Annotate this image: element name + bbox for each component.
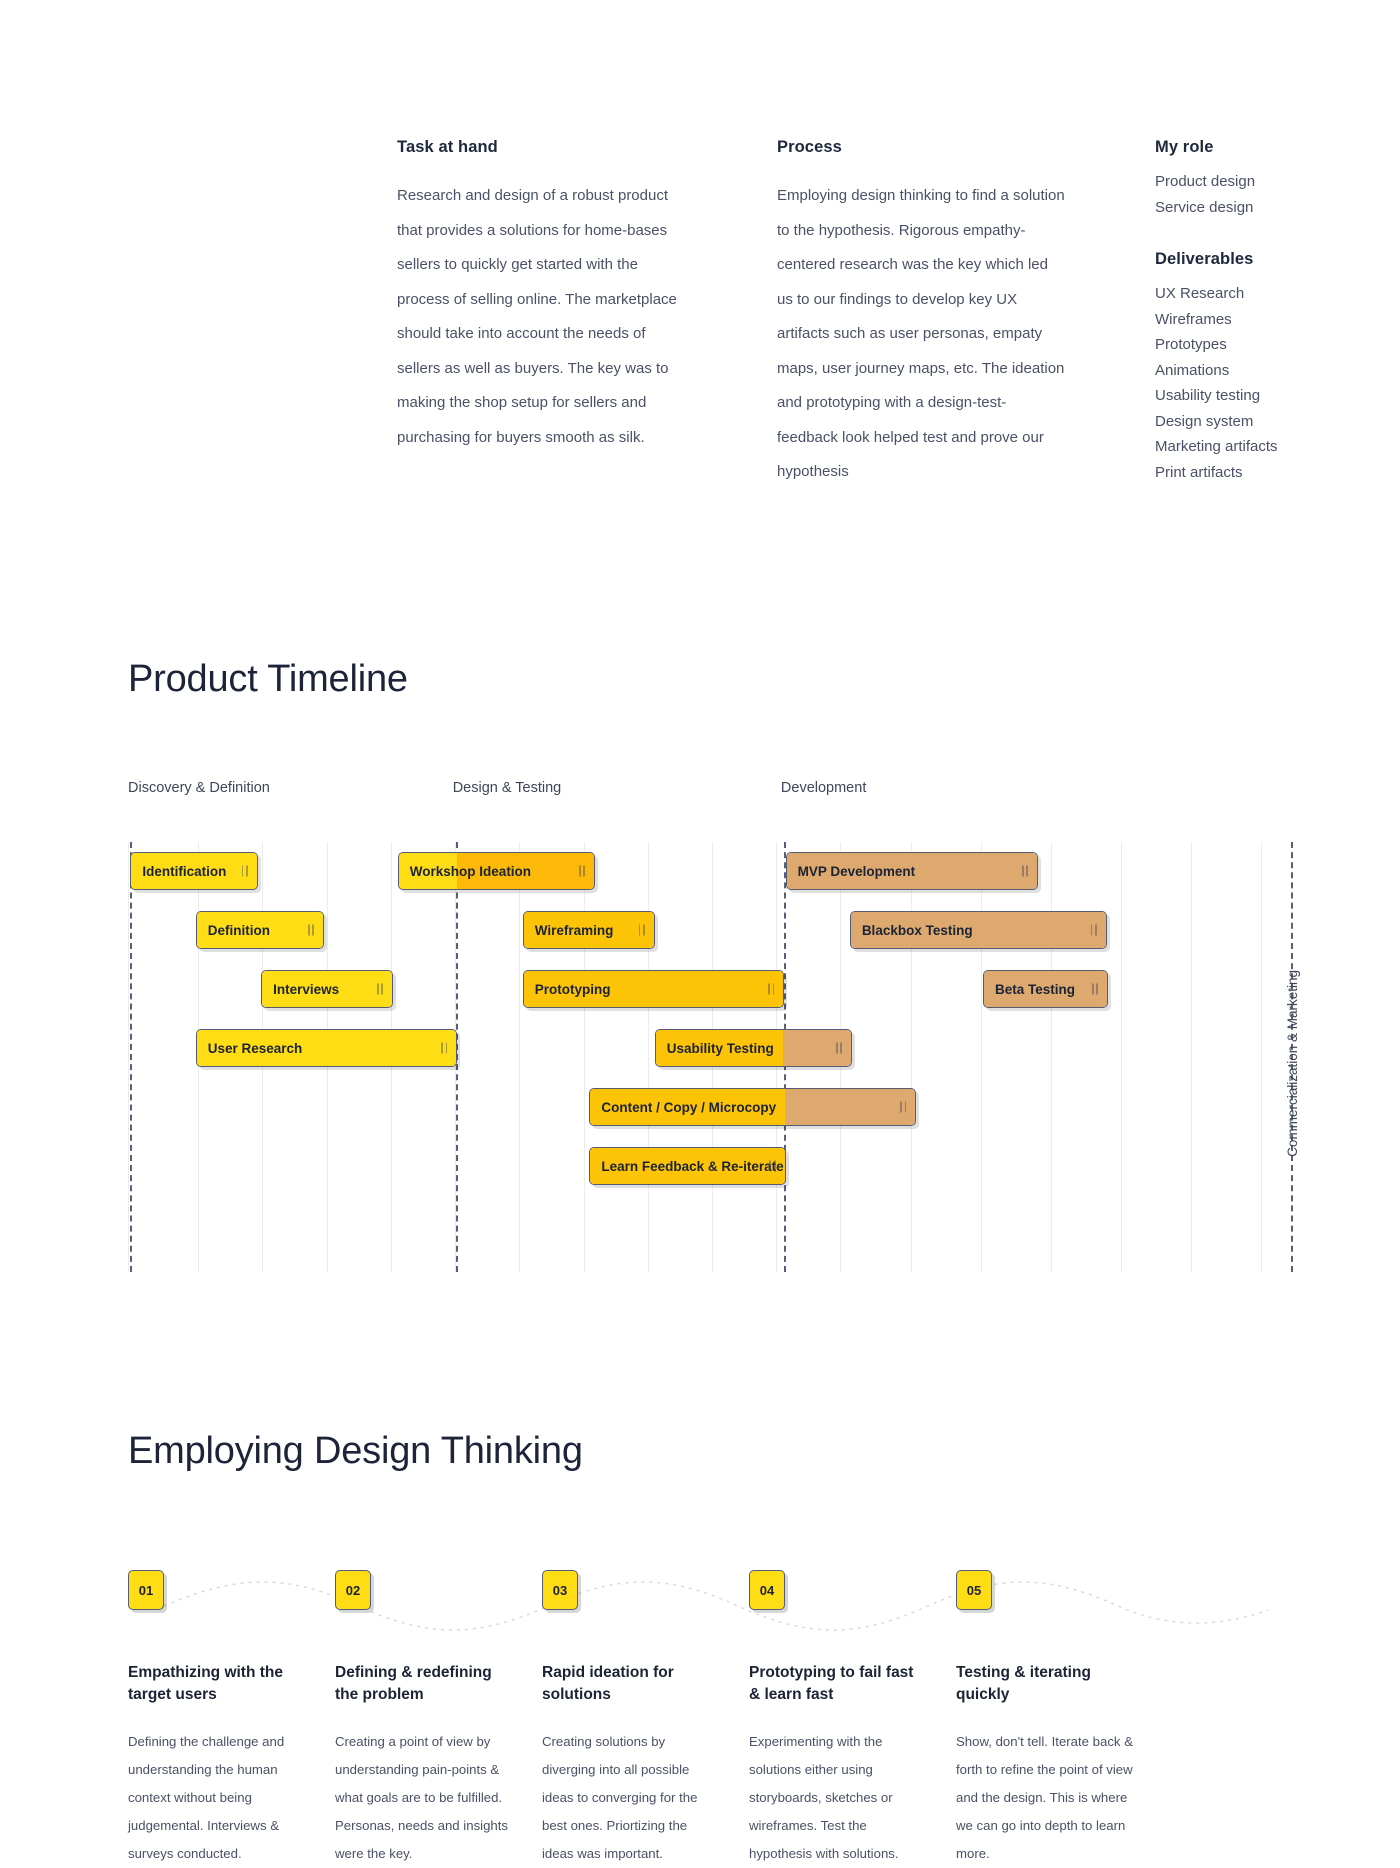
- gantt-bar[interactable]: Interviews: [261, 970, 394, 1008]
- gantt-bar[interactable]: Blackbox Testing: [849, 911, 1107, 949]
- design-thinking-step: 01 Empathizing with the target users Defin…: [128, 1570, 333, 1868]
- gantt-bar-resize-handle-icon[interactable]: [836, 1042, 843, 1054]
- step-description: Defining the challenge and understanding…: [128, 1734, 285, 1861]
- deliverable-item-2: Prototypes: [1155, 336, 1227, 353]
- role-item-0: Product design: [1155, 173, 1256, 190]
- gantt-bar-resize-handle-icon[interactable]: [579, 865, 586, 877]
- gantt-bar[interactable]: Prototyping: [522, 970, 785, 1008]
- process-body: Employing design thinking to find a solu…: [777, 187, 1065, 480]
- gantt-phase-label-1: Design & Testing: [452, 780, 562, 796]
- gantt-bar[interactable]: Usability Testing: [654, 1029, 853, 1067]
- deliverable-item-3: Animations: [1155, 361, 1230, 379]
- step-number-badge: 04: [749, 1570, 785, 1610]
- gantt-bar-segment-1: [785, 1089, 916, 1125]
- gantt-bar-label: Content / Copy / Microcopy: [601, 1099, 777, 1115]
- gantt-bar-label: Definition: [207, 922, 270, 938]
- gantt-bar[interactable]: Content / Copy / Microcopy: [589, 1088, 917, 1126]
- role-heading: My role: [1155, 138, 1214, 156]
- gantt-bar[interactable]: User Research: [195, 1029, 458, 1067]
- design-thinking-steps: 01 Empathizing with the target users Defin…: [128, 1570, 1308, 1861]
- deliverable-item-6: Marketing artifacts: [1155, 438, 1278, 455]
- step-number-badge: 05: [956, 1570, 992, 1610]
- gantt-bar-label: Beta Testing: [994, 981, 1075, 997]
- gantt-bar[interactable]: MVP Development: [785, 852, 1038, 890]
- step-description: Creating a point of view by understandin…: [335, 1734, 509, 1861]
- gantt-bar-label: Workshop Ideation: [409, 863, 532, 879]
- gantt-chart: Discovery & Definition Design & Testing De…: [128, 780, 1300, 1320]
- gantt-bar-label: Prototyping: [534, 981, 611, 997]
- role-list: Product design Service design: [1155, 169, 1375, 220]
- gantt-bar-resize-handle-icon[interactable]: [1090, 924, 1097, 936]
- gantt-bar[interactable]: Learn Feedback & Re-iterate: [589, 1147, 786, 1185]
- design-thinking-section-title: Employing Design Thinking: [128, 1430, 583, 1472]
- step-heading: Testing & iterating quickly: [956, 1664, 1091, 1703]
- gantt-bar-resize-handle-icon[interactable]: [377, 983, 384, 995]
- task-heading: Task at hand: [397, 138, 498, 156]
- gantt-phase-label-2: Development: [780, 780, 867, 796]
- design-thinking-step: 04 Prototyping to fail fast & learn fast E…: [749, 1570, 954, 1868]
- step-description: Creating solutions by diverging into all…: [542, 1734, 698, 1861]
- step-heading: Rapid ideation for solutions: [542, 1664, 674, 1703]
- gantt-bar-resize-handle-icon[interactable]: [769, 1160, 776, 1172]
- gantt-bar-resize-handle-icon[interactable]: [308, 924, 315, 936]
- intro-column-role: My role Product design Service design Del…: [1155, 138, 1375, 485]
- gantt-bar-resize-handle-icon[interactable]: [900, 1101, 907, 1113]
- gantt-bar-label: Blackbox Testing: [861, 922, 973, 938]
- step-description: Experimenting with the solutions either …: [749, 1734, 899, 1861]
- gantt-bar-label: User Research: [207, 1040, 303, 1056]
- intro-column-task: Task at hand Research and design of a ro…: [397, 138, 687, 455]
- gantt-bar-resize-handle-icon[interactable]: [441, 1042, 448, 1054]
- gantt-side-note: Commercialization & Marketing: [1285, 970, 1300, 1157]
- gantt-bar-label: Identification: [142, 863, 227, 879]
- gantt-bar-label: Learn Feedback & Re-iterate: [601, 1158, 784, 1174]
- step-number-badge: 01: [128, 1570, 164, 1610]
- deliverables-list: UX Research Wireframes Prototypes Animation…: [1155, 281, 1375, 485]
- gantt-bar-resize-handle-icon[interactable]: [1091, 983, 1098, 995]
- step-number-badge: 02: [335, 1570, 371, 1610]
- deliverable-item-4: Usability testing: [1155, 387, 1261, 404]
- gantt-bar-label: MVP Development: [797, 863, 916, 879]
- gantt-bar-resize-handle-icon[interactable]: [638, 924, 645, 936]
- step-heading: Prototyping to fail fast & learn fast: [749, 1664, 914, 1703]
- gantt-bar-resize-handle-icon[interactable]: [768, 983, 775, 995]
- timeline-section-title: Product Timeline: [128, 658, 408, 700]
- gantt-bar-resize-handle-icon[interactable]: [1021, 865, 1028, 877]
- intro-section: Task at hand Research and design of a ro…: [0, 0, 1400, 500]
- gantt-bar[interactable]: Beta Testing: [982, 970, 1108, 1008]
- design-thinking-step: 03 Rapid ideation for solutions Creating s…: [542, 1570, 747, 1868]
- gantt-bar[interactable]: Workshop Ideation: [397, 852, 596, 890]
- process-heading: Process: [777, 138, 842, 156]
- step-heading: Defining & redefining the problem: [335, 1664, 492, 1703]
- step-heading: Empathizing with the target users: [128, 1664, 283, 1703]
- gantt-bar[interactable]: Identification: [130, 852, 258, 890]
- gantt-bar-rows: Identification Workshop Ideation MVP Devel…: [128, 842, 1296, 1272]
- deliverable-item-1: Wireframes: [1155, 310, 1232, 328]
- deliverable-item-7: Print artifacts: [1155, 463, 1243, 481]
- task-body: Research and design of a robust product …: [397, 187, 677, 446]
- step-description: Show, don't tell. Iterate back & forth t…: [956, 1734, 1133, 1861]
- deliverables-heading: Deliverables: [1155, 250, 1254, 268]
- deliverable-item-5: Design system: [1155, 412, 1254, 430]
- gantt-bar[interactable]: Definition: [195, 911, 325, 949]
- gantt-bar-label: Interviews: [273, 981, 340, 997]
- gantt-phase-label-0: Discovery & Definition: [128, 780, 270, 796]
- gantt-bar[interactable]: Wireframing: [522, 911, 655, 949]
- deliverable-item-0: UX Research: [1155, 285, 1245, 302]
- design-thinking-step: 02 Defining & redefining the problem Creat…: [335, 1570, 540, 1868]
- gantt-bar-resize-handle-icon[interactable]: [241, 865, 248, 877]
- design-thinking-step: 05 Testing & iterating quickly Show, don't…: [956, 1570, 1161, 1868]
- role-item-1: Service design: [1155, 198, 1254, 216]
- intro-column-process: Process Employing design thinking to fin…: [777, 138, 1067, 490]
- gantt-bar-label: Usability Testing: [666, 1040, 774, 1056]
- gantt-bar-label: Wireframing: [534, 922, 614, 938]
- step-number-badge: 03: [542, 1570, 578, 1610]
